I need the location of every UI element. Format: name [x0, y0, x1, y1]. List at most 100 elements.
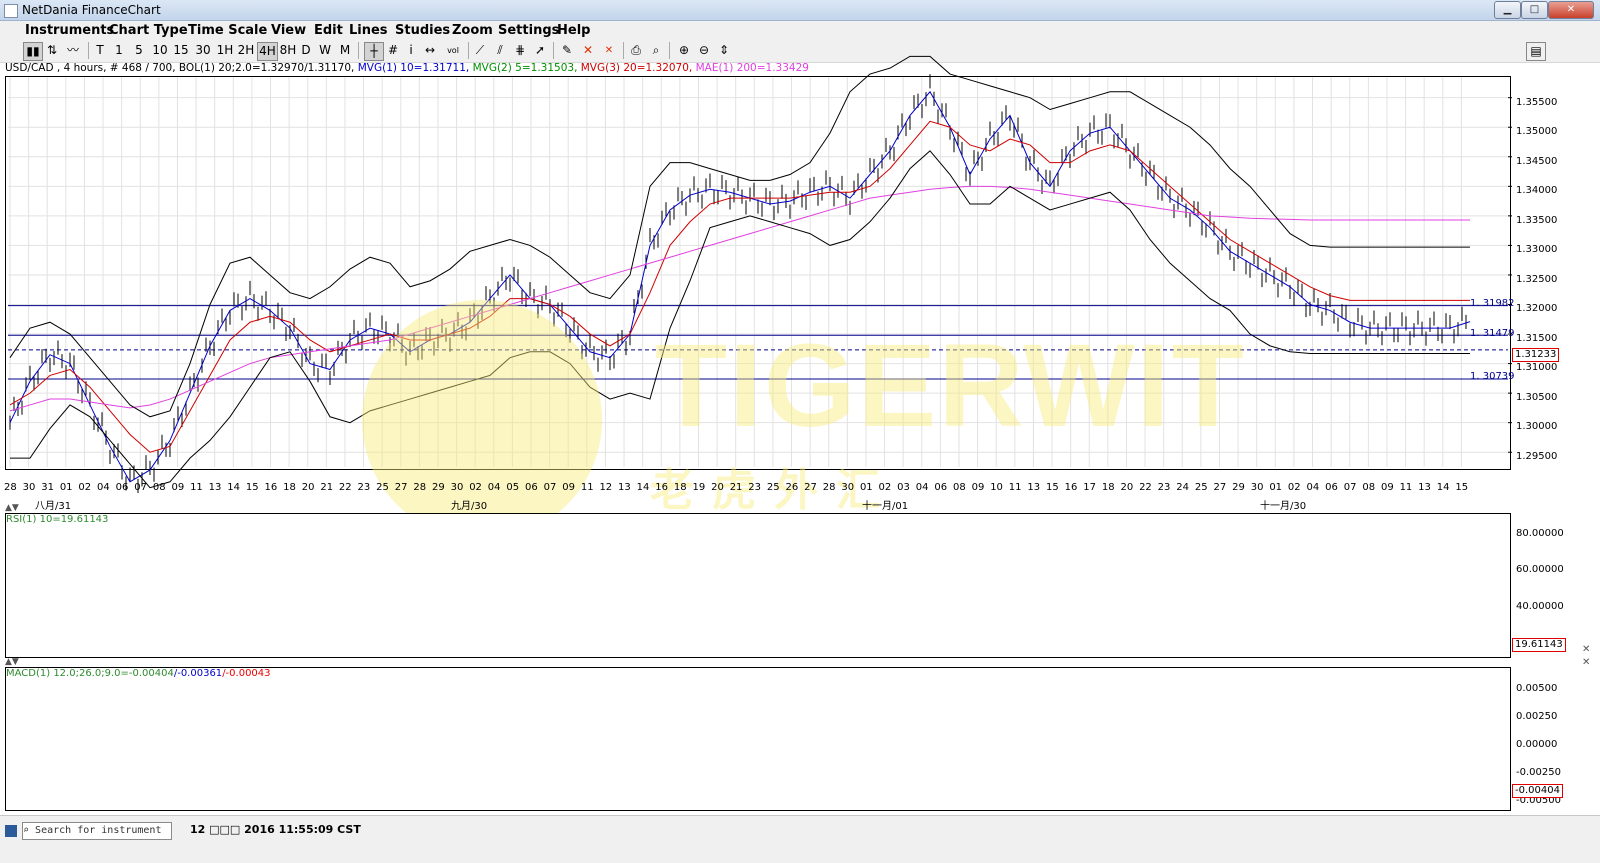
day-tick-label: 18: [673, 482, 687, 493]
day-tick-label: 11: [1008, 482, 1022, 493]
price-tick: 1.33000: [1516, 244, 1558, 255]
month-label: 十一月/30: [1260, 501, 1307, 512]
price-tick: 1.34000: [1516, 185, 1558, 196]
day-tick-label: 26: [785, 482, 799, 493]
price-tick: 1.29500: [1516, 451, 1558, 462]
month-label: 八月/31: [35, 501, 72, 512]
day-tick-label: 07: [134, 482, 147, 493]
panel-close-icon[interactable]: ✕: [1582, 644, 1590, 655]
day-tick-label: 15: [1046, 482, 1059, 493]
day-tick-label: 09: [1380, 482, 1394, 493]
day-tick-label: 04: [1306, 482, 1320, 493]
day-tick-label: 25: [376, 482, 389, 493]
day-tick-label: 30: [841, 482, 855, 493]
day-tick-label: 24: [1176, 482, 1189, 493]
day-tick-label: 28: [822, 482, 836, 493]
day-tick-label: 15: [1455, 482, 1469, 493]
day-tick-label: 14: [1436, 482, 1450, 493]
day-tick-label: 29: [431, 482, 445, 493]
day-tick-label: 05: [506, 482, 520, 493]
price-tick: 1.31000: [1516, 362, 1558, 373]
price-tick: 1.30000: [1516, 421, 1558, 432]
day-tick-label: 21: [320, 482, 334, 493]
day-tick-label: 13: [1027, 482, 1041, 493]
day-tick-label: 06: [525, 482, 538, 493]
macd-header: MACD(1) 12.0;26.0;9.0=-0.00404/-0.00361/…: [6, 668, 271, 679]
day-tick-label: 10: [990, 482, 1003, 493]
day-tick-label: 13: [1418, 482, 1431, 493]
day-tick-label: 16: [1064, 482, 1078, 493]
day-tick-label: 02: [469, 482, 482, 493]
price-tick: 1.32000: [1516, 303, 1558, 314]
status-bar: ⌕ Search for instrument 12 □□□ 2016 11:5…: [0, 815, 1600, 863]
day-tick-label: 16: [655, 482, 668, 493]
current-price-box: 1.31233: [1512, 348, 1560, 362]
rsi-tick: 60.00000: [1516, 564, 1564, 575]
day-tick-label: 31: [41, 482, 54, 493]
price-tick: 1.33500: [1516, 215, 1558, 226]
day-tick-label: 27: [394, 482, 408, 493]
day-tick-label: 14: [227, 482, 241, 493]
macd-current-box: -0.00404: [1512, 784, 1563, 798]
day-tick-label: 27: [804, 482, 817, 493]
collapse-arrows-icon[interactable]: ▲▼: [5, 657, 19, 667]
day-tick-label: 19: [692, 482, 706, 493]
day-tick-label: 30: [22, 482, 36, 493]
day-tick-label: 01: [859, 482, 873, 493]
macd-tick: 0.00500: [1516, 683, 1558, 694]
day-tick-label: 04: [487, 482, 501, 493]
hline-label[interactable]: 1. 30739: [1470, 371, 1515, 382]
hline-label[interactable]: 1. 31479: [1470, 328, 1515, 339]
day-tick-label: 20: [711, 482, 724, 493]
day-tick-label: 02: [1287, 482, 1301, 493]
day-tick-label: 08: [952, 482, 966, 493]
macd-tick: 0.00000: [1516, 739, 1558, 750]
day-tick-label: 08: [1362, 482, 1376, 493]
day-tick-label: 01: [59, 482, 73, 493]
day-tick-label: 07: [543, 482, 557, 493]
day-tick-label: 23: [748, 482, 762, 493]
price-tick: 1.34500: [1516, 156, 1558, 167]
day-tick-label: 14: [636, 482, 650, 493]
month-label: 九月/30: [451, 501, 488, 512]
day-tick-label: 25: [1194, 482, 1208, 493]
day-tick-label: 11: [580, 482, 594, 493]
day-tick-label: 08: [152, 482, 166, 493]
price-tick: 1.35000: [1516, 126, 1558, 137]
day-tick-label: 06: [1325, 482, 1338, 493]
macd-panel[interactable]: [5, 667, 1511, 811]
day-tick-label: 09: [171, 482, 185, 493]
status-datetime: 12 □□□ 2016 11:55:09 CST: [190, 823, 361, 836]
day-tick-label: 17: [1083, 482, 1096, 493]
hline-label[interactable]: 1. 31982: [1470, 298, 1515, 309]
rsi-panel[interactable]: [5, 513, 1511, 658]
rsi-tick: 40.00000: [1516, 601, 1564, 612]
panel-close-icon[interactable]: ✕: [1582, 657, 1590, 668]
day-tick-label: 13: [208, 482, 222, 493]
rsi-header: RSI(1) 10=19.61143: [6, 514, 109, 525]
price-tick: 1.32500: [1516, 274, 1558, 285]
day-tick-label: 13: [618, 482, 631, 493]
collapse-arrows-icon[interactable]: ▲▼: [5, 503, 19, 513]
day-tick-label: 20: [301, 482, 315, 493]
instrument-list-icon[interactable]: [5, 825, 17, 837]
search-instrument-input[interactable]: ⌕ Search for instrument: [22, 822, 172, 840]
watermark-brand: TIGERWIT: [655, 320, 1246, 452]
day-tick-label: 04: [97, 482, 110, 493]
price-tick: 1.35500: [1516, 97, 1558, 108]
day-tick-label: 30: [1250, 482, 1264, 493]
day-tick-label: 15: [245, 482, 259, 493]
day-tick-label: 02: [78, 482, 92, 493]
day-tick-label: 09: [562, 482, 575, 493]
rsi-current-box: 19.61143: [1512, 638, 1566, 652]
day-tick-label: 29: [1232, 482, 1245, 493]
macd-tick: -0.00250: [1516, 767, 1561, 778]
day-tick-label: 20: [1120, 482, 1134, 493]
rsi-tick: 80.00000: [1516, 528, 1564, 539]
day-tick-label: 06: [934, 482, 948, 493]
day-tick-label: 03: [897, 482, 910, 493]
day-tick-label: 18: [1101, 482, 1115, 493]
day-tick-label: 23: [357, 482, 371, 493]
day-tick-label: 11: [190, 482, 203, 493]
day-tick-label: 16: [264, 482, 278, 493]
